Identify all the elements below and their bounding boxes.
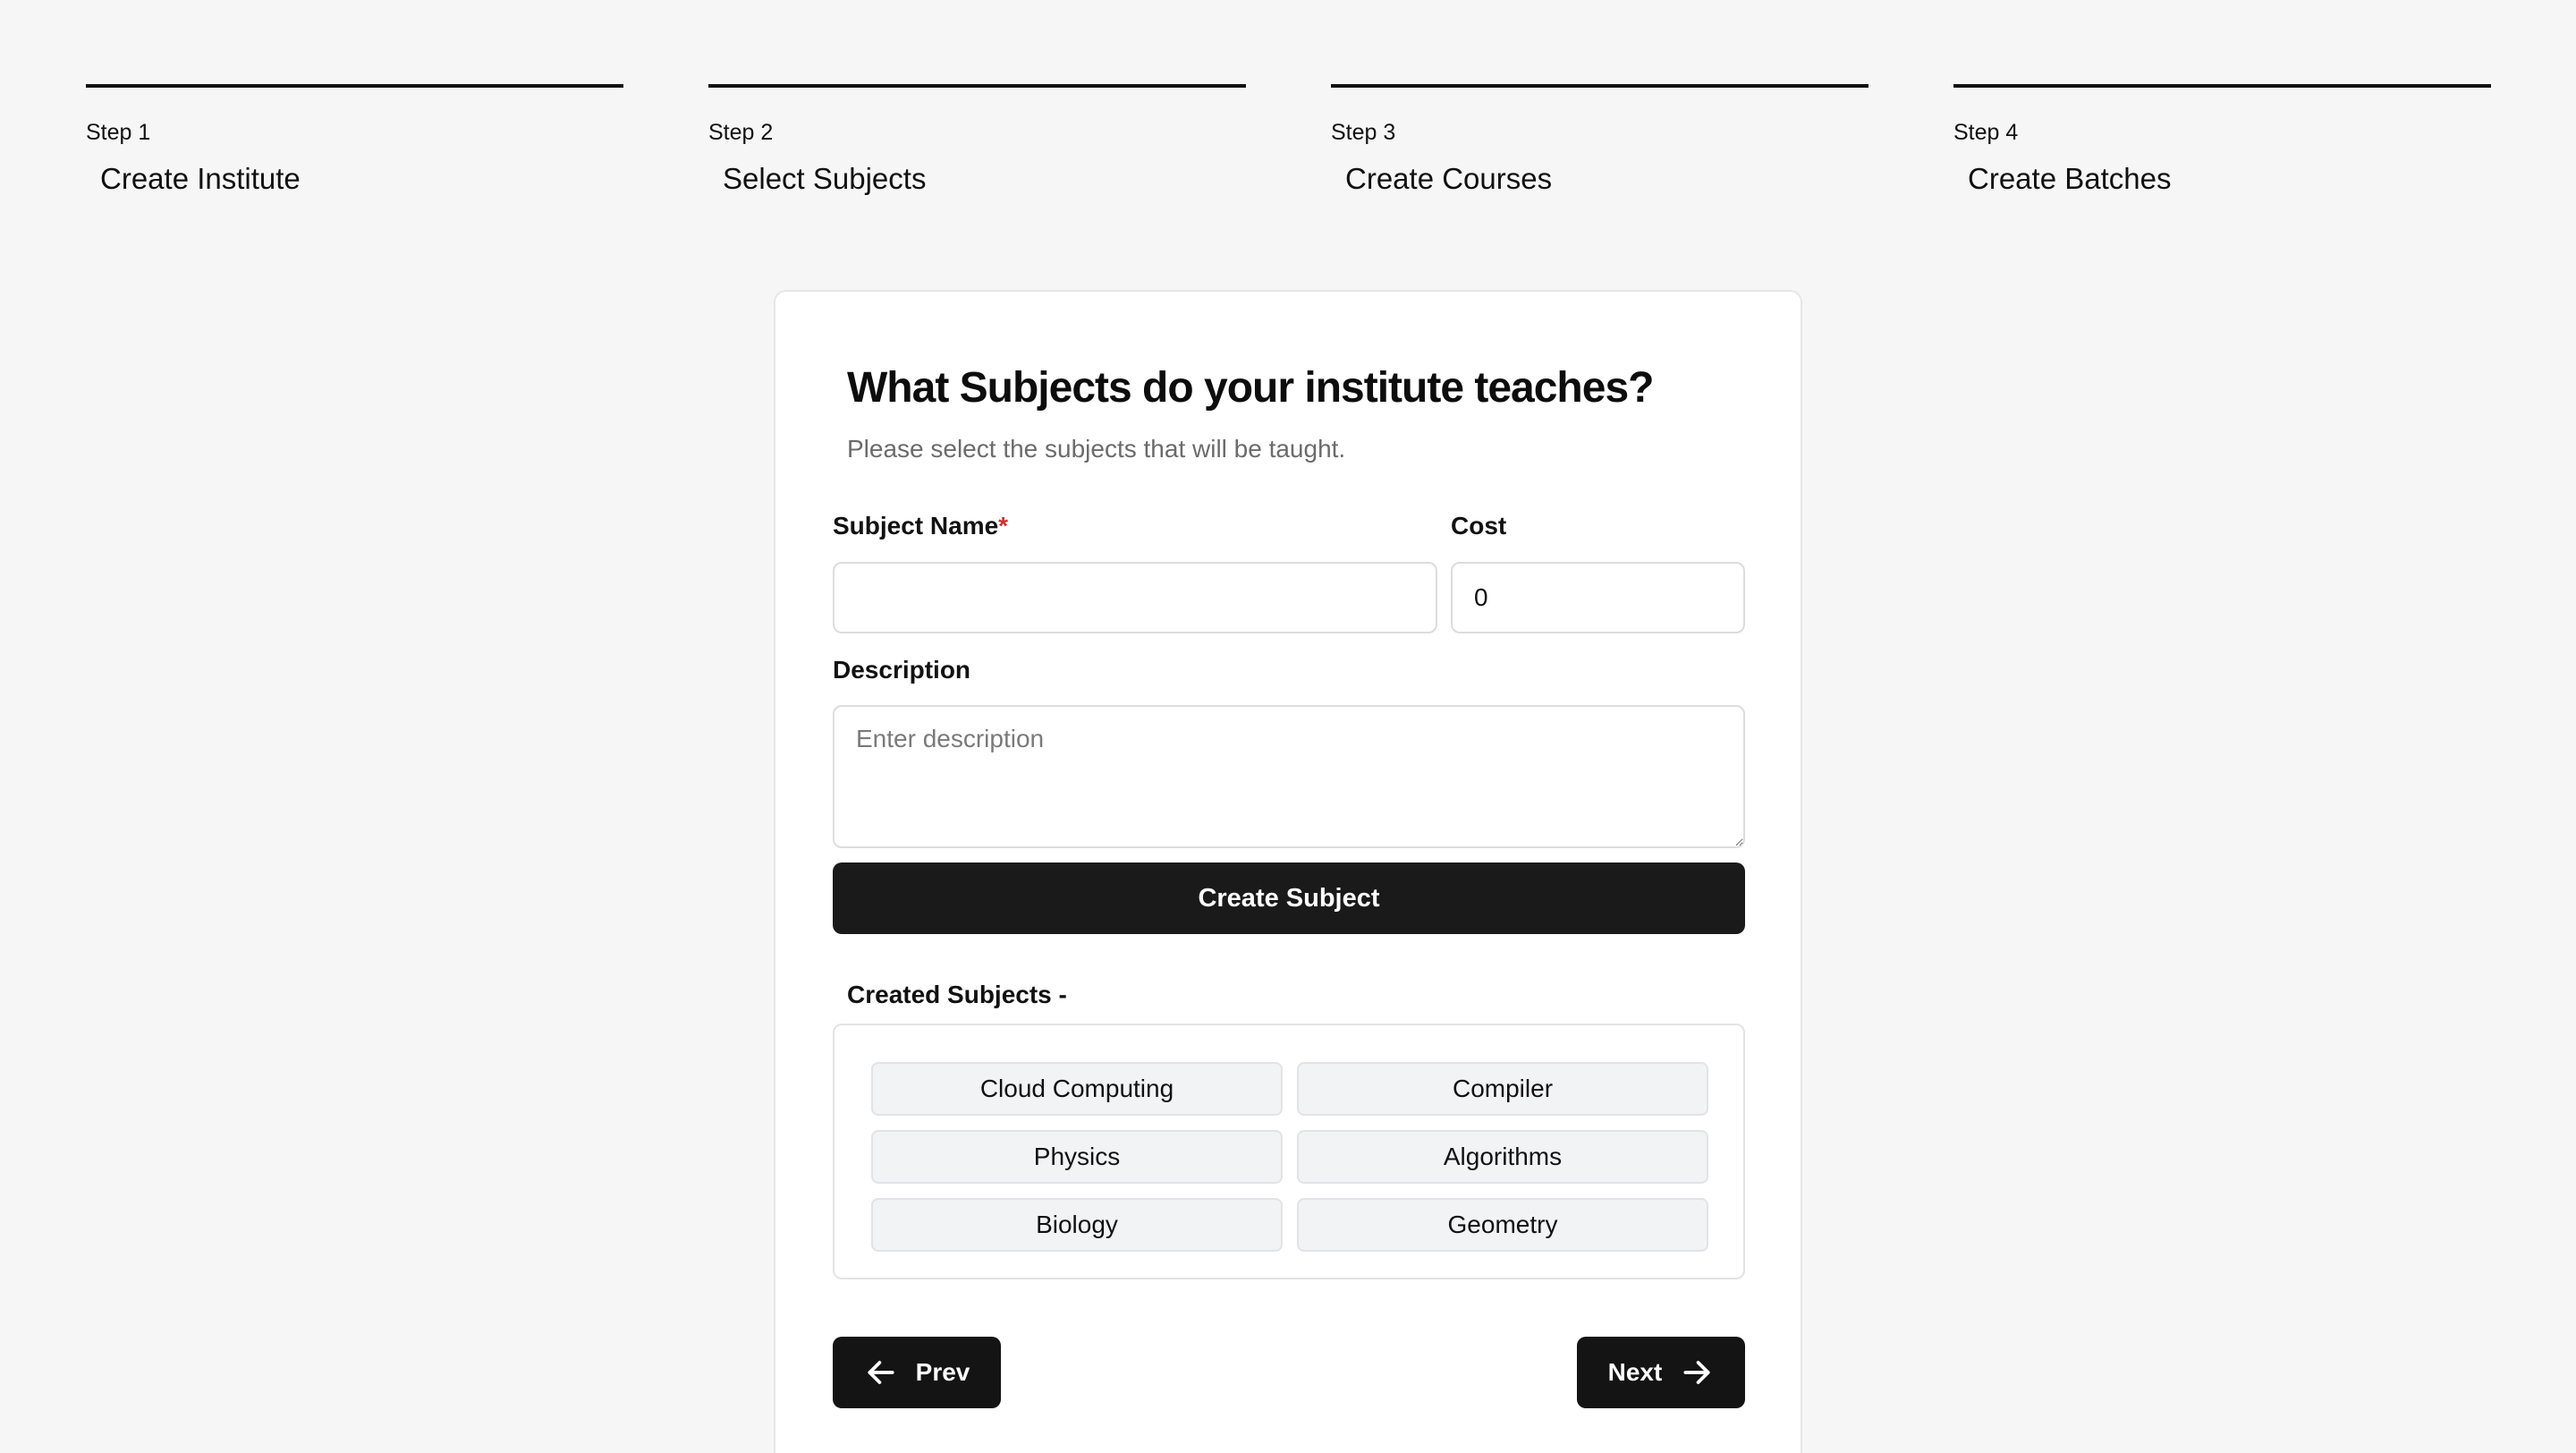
subject-name-label: Subject Name*	[833, 512, 1008, 540]
created-subjects-label: Created Subjects -	[847, 981, 1067, 1008]
subject-chip-biology[interactable]: Biology	[871, 1198, 1283, 1252]
step-progress-bar	[86, 84, 623, 88]
step-progress-bar	[1331, 84, 1868, 88]
step-title: Create Courses	[1345, 162, 1553, 195]
step-title: Select Subjects	[723, 162, 927, 195]
page-subtitle: Please select the subjects that will be …	[847, 435, 1346, 463]
subject-name-label-text: Subject Name	[833, 512, 999, 540]
subject-chip-physics[interactable]: Physics	[871, 1130, 1283, 1184]
step-progress-bar	[708, 84, 1246, 88]
next-button-label: Next	[1607, 1358, 1663, 1386]
subject-chip-cloud-computing[interactable]: Cloud Computing	[871, 1062, 1283, 1116]
description-textarea[interactable]	[833, 705, 1745, 848]
subject-chip-algorithms[interactable]: Algorithms	[1297, 1130, 1708, 1184]
step-number: Step 1	[86, 120, 151, 145]
step-create-courses[interactable]: Step 3 Create Courses	[1331, 84, 1868, 196]
subjects-setup-page: Step 1 Create Institute Step 2 Select Su…	[0, 0, 2576, 1453]
subjects-form-card: What Subjects do your institute teaches?…	[774, 290, 1802, 1453]
stepper: Step 1 Create Institute Step 2 Select Su…	[0, 0, 2576, 233]
create-subject-button[interactable]: Create Subject	[833, 862, 1745, 934]
created-subjects-list: Cloud Computing Compiler Physics Algorit…	[833, 1024, 1745, 1279]
page-title: What Subjects do your institute teaches?	[847, 364, 1654, 412]
step-create-institute[interactable]: Step 1 Create Institute	[86, 84, 623, 196]
step-number: Step 4	[1953, 120, 2019, 145]
step-number: Step 2	[708, 120, 774, 145]
step-progress-bar	[1953, 84, 2491, 88]
step-select-subjects[interactable]: Step 2 Select Subjects	[708, 84, 1246, 196]
cost-input[interactable]	[1451, 562, 1745, 633]
prev-button-label: Prev	[915, 1358, 970, 1386]
step-number: Step 3	[1331, 120, 1396, 145]
arrow-left-icon	[868, 1361, 894, 1384]
subject-chip-geometry[interactable]: Geometry	[1297, 1198, 1708, 1252]
subject-name-input[interactable]	[833, 562, 1437, 633]
arrow-right-icon	[1683, 1361, 1710, 1384]
description-label: Description	[833, 656, 971, 684]
step-title: Create Batches	[1968, 162, 2172, 195]
step-create-batches[interactable]: Step 4 Create Batches	[1953, 84, 2491, 196]
cost-label: Cost	[1451, 512, 1507, 540]
subject-chip-compiler[interactable]: Compiler	[1297, 1062, 1708, 1116]
prev-button[interactable]: Prev	[833, 1337, 1001, 1408]
required-mark: *	[998, 512, 1009, 540]
step-title: Create Institute	[100, 162, 301, 195]
next-button[interactable]: Next	[1577, 1337, 1745, 1408]
